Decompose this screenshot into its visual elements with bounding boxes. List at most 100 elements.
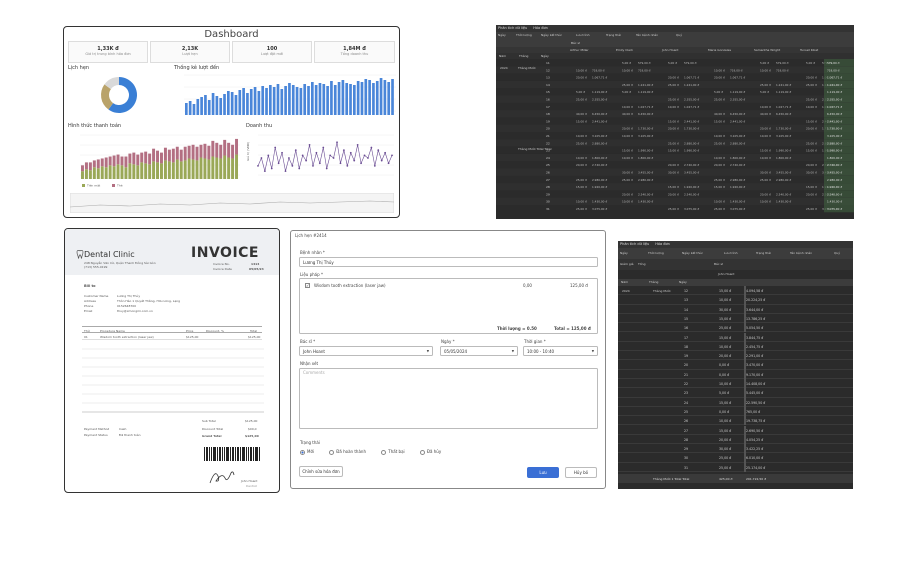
- bar-segment: [116, 164, 120, 179]
- bar: [280, 89, 284, 115]
- pivot-cell: 2.880,00 đ: [592, 141, 607, 145]
- field-tab[interactable]: Ngày: [498, 32, 516, 39]
- field-tab[interactable]: Thời lượng: [648, 248, 682, 259]
- invoice-no: 1414: [251, 262, 260, 266]
- field-tab[interactable]: Quý: [676, 32, 696, 39]
- clinic-phone: (713) 555-0199: [84, 265, 108, 269]
- pivot-cell: 1.800,00 đ: [592, 156, 607, 160]
- pivot-cell: 719,00 đ: [776, 68, 789, 72]
- bar: [295, 87, 299, 115]
- field-tab[interactable]: Trạng thái: [606, 32, 636, 39]
- empty-table-lines: [82, 348, 264, 413]
- pivot-cell: 3.455,00 đ: [638, 171, 653, 175]
- row-head[interactable]: Tháng: [649, 279, 679, 286]
- measure-tab[interactable]: Tổng: [638, 259, 714, 270]
- visits-bar-chart: [184, 74, 396, 115]
- bar: [364, 79, 368, 115]
- bar-segment: [88, 170, 92, 179]
- bar: [372, 83, 375, 115]
- row-head[interactable]: Ngày: [679, 279, 717, 286]
- menu-item[interactable]: Hóa đơn: [655, 242, 670, 246]
- pivot-cell: 25,00 đ: [668, 207, 679, 211]
- sum-highlight: [744, 304, 746, 314]
- row-head[interactable]: Năm: [621, 279, 649, 286]
- pivot-cell: 3.105,00 đ: [592, 134, 607, 138]
- doctor-select[interactable]: John Hoant ▼: [299, 346, 433, 356]
- pivot-cell: 6.450,00 đ: [730, 112, 745, 116]
- pivot-cell: 15,00 đ: [576, 185, 587, 189]
- pivot-cell: 10,00 đ: [622, 200, 633, 204]
- bar-segment: [124, 156, 128, 168]
- pivot-cell: 25,00 đ: [622, 178, 633, 182]
- procedure-checkbox[interactable]: ✓: [305, 283, 310, 288]
- field-tab[interactable]: Tên bệnh nhân: [790, 248, 834, 259]
- pivot-cell: 10,00 đ: [760, 200, 771, 204]
- pivot-cell: 1.241,00 đ: [776, 83, 791, 87]
- bar: [333, 85, 337, 115]
- notes-textarea[interactable]: Comments: [299, 368, 598, 429]
- radio-failed[interactable]: [381, 449, 387, 455]
- day-cell: 18: [546, 112, 550, 116]
- day-cell: 26: [546, 171, 550, 175]
- pivot-cell: 2.355,00 đ: [592, 98, 607, 102]
- menu-item[interactable]: Hóa đơn: [533, 26, 548, 30]
- edit-invoice-button[interactable]: Chỉnh sửa hóa đơn: [299, 466, 343, 477]
- bar: [356, 81, 360, 115]
- field-tab[interactable]: Trạng thái: [756, 248, 790, 259]
- day-cell: 16: [684, 326, 689, 331]
- radio-new[interactable]: [300, 449, 305, 455]
- field-tab[interactable]: Tên bệnh nhân: [636, 32, 676, 39]
- bar-segment: [203, 158, 207, 179]
- procedure-list[interactable]: ✓ Wisdom tooth extraction (laser jaw) 0,…: [299, 278, 598, 334]
- pivot-cell: 1.430,00 đ: [730, 200, 745, 204]
- cancel-button[interactable]: Hủy bỏ: [565, 467, 597, 478]
- field-tab[interactable]: Lưu trình: [724, 248, 756, 259]
- field-tab[interactable]: Ngày kết thúc: [541, 32, 576, 39]
- timeline-slider[interactable]: [70, 193, 394, 213]
- bar-segment: [92, 167, 96, 179]
- group-label[interactable]: Bác sĩ: [571, 39, 580, 47]
- time-select[interactable]: 10:00 - 10:40 ▼: [523, 346, 598, 356]
- bar: [234, 95, 238, 115]
- bar-segment: [81, 165, 84, 172]
- bar-segment: [124, 167, 128, 179]
- bar-segment: [183, 160, 187, 179]
- table-row: 31 25,00 đ 25.174,00 đ: [618, 462, 853, 472]
- pivot-cell: 15,00 đ: [806, 149, 817, 153]
- bar-segment: [108, 156, 112, 166]
- measure-tab[interactable]: Giảm giá: [620, 259, 638, 270]
- invoice-date: 05/05/24: [249, 267, 264, 271]
- field-tab[interactable]: Lưu trình: [576, 32, 606, 39]
- radio-cancelled[interactable]: [419, 449, 425, 455]
- total-cell-text: 3.075,00 đ: [827, 207, 842, 211]
- data-point: [336, 141, 338, 144]
- field-tab[interactable]: Thời lượng: [516, 32, 541, 39]
- menu-item[interactable]: Phân tích dữ liệu: [620, 242, 649, 246]
- pivot-cell: 40,00 đ: [576, 112, 587, 116]
- pivot-cell: 25,00 đ: [576, 207, 587, 211]
- data-point: [387, 162, 390, 165]
- field-tab[interactable]: Quý: [834, 248, 846, 259]
- sum-highlight: [744, 332, 746, 342]
- pivot-cell: 5,00 đ: [806, 61, 815, 65]
- save-button[interactable]: Lưu: [527, 467, 559, 478]
- day-cell: 28: [546, 185, 550, 189]
- pivot-cell: 15,00 đ: [622, 149, 633, 153]
- sum-highlight: [744, 360, 746, 370]
- bar-segment: [144, 151, 148, 164]
- day-cell: 13: [684, 298, 689, 303]
- payment-method-label: Payment Method: [84, 427, 110, 431]
- pivot-cell: 2.540,00 đ: [638, 192, 653, 196]
- radio-completed[interactable]: [329, 449, 335, 455]
- field-tab[interactable]: Ngày: [620, 248, 648, 259]
- field-tab[interactable]: Ngày kết thúc: [682, 248, 724, 259]
- date-picker[interactable]: 05/05/2024 ▼: [440, 346, 518, 356]
- kpi-card: 1,84M đ Tổng doanh thu: [314, 41, 395, 63]
- patient-field[interactable]: Lương Thị Thủy: [299, 257, 598, 267]
- doctor-filter[interactable]: Bác sĩ: [714, 259, 723, 270]
- pivot-cell: 20,00 đ: [668, 127, 679, 131]
- pivot-cell: 40,00 đ: [760, 112, 771, 116]
- menu-item[interactable]: Phân tích dữ liệu: [498, 26, 527, 30]
- data-point: [384, 151, 387, 154]
- discount-cell: 0,00 đ: [719, 372, 730, 377]
